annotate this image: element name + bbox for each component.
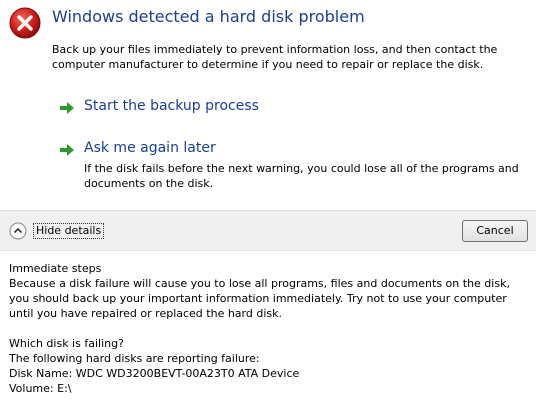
start-backup-label: Start the backup process xyxy=(84,98,259,114)
dialog-footer-bar: Hide details Cancel xyxy=(0,210,536,251)
details-panel: Immediate steps Because a disk failure w… xyxy=(0,251,536,417)
chevron-up-icon xyxy=(9,222,27,240)
failing-disks-intro: The following hard disks are reporting f… xyxy=(9,352,260,365)
dialog-description: Back up your files immediately to preven… xyxy=(52,43,498,71)
immediate-steps-heading: Immediate steps xyxy=(9,262,102,275)
hide-details-label: Hide details xyxy=(33,223,105,239)
disk-name: Disk Name: WDC WD3200BEVT-00A23T0 ATA De… xyxy=(9,367,300,380)
immediate-steps-text: Because a disk failure will cause you to… xyxy=(9,277,510,320)
green-arrow-icon xyxy=(60,102,74,114)
disk-volume: Volume: E:\ xyxy=(9,382,72,395)
ask-again-later-label: Ask me again later xyxy=(84,140,216,156)
error-icon xyxy=(9,7,41,39)
green-arrow-icon xyxy=(60,144,74,156)
dialog-title: Windows detected a hard disk problem xyxy=(52,7,365,26)
cancel-button[interactable]: Cancel xyxy=(462,220,528,242)
dialog-main-panel: Windows detected a hard disk problem Bac… xyxy=(0,0,536,210)
which-disk-heading: Which disk is failing? xyxy=(9,337,124,350)
ask-again-later-note: If the disk fails before the next warnin… xyxy=(84,162,519,190)
